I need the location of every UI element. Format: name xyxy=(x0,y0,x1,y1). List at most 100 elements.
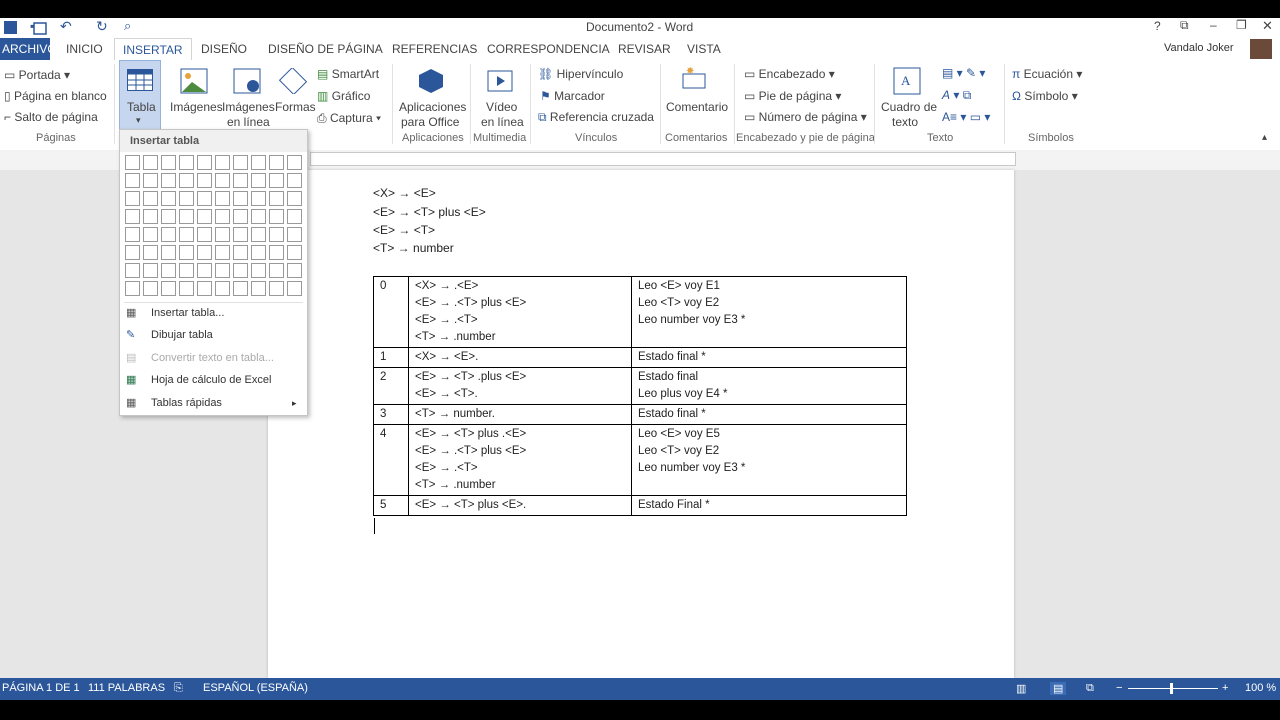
encabezado-button[interactable]: ▭ Encabezado ▾ xyxy=(744,67,835,81)
grid-cell[interactable] xyxy=(287,227,302,242)
grid-cell[interactable] xyxy=(179,245,194,260)
grid-cell[interactable] xyxy=(143,191,158,206)
tab-referencias[interactable]: REFERENCIAS xyxy=(392,42,477,56)
grid-cell[interactable] xyxy=(161,245,176,260)
tab-archivo[interactable]: ARCHIVO xyxy=(0,38,57,60)
grid-cell[interactable] xyxy=(125,173,140,188)
grid-cell[interactable] xyxy=(215,209,230,224)
grid-cell[interactable] xyxy=(251,281,266,296)
grid-cell[interactable] xyxy=(179,191,194,206)
formas-button[interactable]: Formas xyxy=(275,100,316,114)
grid-cell[interactable] xyxy=(197,155,212,170)
grafico-button[interactable]: ▥ Gráfico xyxy=(317,89,370,103)
menu-item-dibujar-tabla[interactable]: ✎ Dibujar tabla xyxy=(120,324,307,346)
imagenes-linea-button[interactable]: Imágenes xyxy=(222,100,275,114)
grid-cell[interactable] xyxy=(197,173,212,188)
aplicaciones-button[interactable]: Aplicaciones xyxy=(399,100,466,114)
grid-cell[interactable] xyxy=(143,281,158,296)
zoom-out-icon[interactable]: − xyxy=(1116,682,1122,694)
drop-cap-icon[interactable]: A≡ ▾ ▭ ▾ xyxy=(942,110,990,124)
grid-cell[interactable] xyxy=(269,155,284,170)
print-preview-icon[interactable]: ⌕ xyxy=(124,18,131,34)
grid-cell[interactable] xyxy=(251,155,266,170)
grid-cell[interactable] xyxy=(161,173,176,188)
tab-diseno-pagina[interactable]: DISEÑO DE PÁGINA xyxy=(268,42,383,56)
marcador-button[interactable]: ⚑ Marcador xyxy=(540,89,605,103)
grid-cell[interactable] xyxy=(161,263,176,278)
grid-cell[interactable] xyxy=(143,245,158,260)
restore-icon[interactable]: ❐ xyxy=(1236,18,1247,32)
grid-cell[interactable] xyxy=(161,227,176,242)
grid-cell[interactable] xyxy=(179,263,194,278)
grid-cell[interactable] xyxy=(143,209,158,224)
cuadro-texto-button[interactable]: Cuadro de xyxy=(881,100,937,114)
grid-cell[interactable] xyxy=(197,209,212,224)
page-count[interactable]: PÁGINA 1 DE 1 xyxy=(2,682,80,694)
grid-cell[interactable] xyxy=(233,263,248,278)
redo-icon[interactable]: ↻ xyxy=(96,18,108,35)
wordart-icon[interactable]: A ▾ ⧉ xyxy=(942,88,971,103)
grid-cell[interactable] xyxy=(233,191,248,206)
simbolo-button[interactable]: Ω Símbolo ▾ xyxy=(1012,89,1078,103)
document-page[interactable]: <X> → <E> <E> → <T> plus <E> <E> → <T> <… xyxy=(268,170,1014,678)
grid-cell[interactable] xyxy=(197,263,212,278)
imagenes-button[interactable]: Imágenes xyxy=(170,100,223,114)
grid-cell[interactable] xyxy=(269,245,284,260)
video-button[interactable]: Vídeo xyxy=(486,100,517,114)
grid-cell[interactable] xyxy=(251,209,266,224)
zoom-slider[interactable] xyxy=(1128,688,1218,689)
word-count[interactable]: 111 PALABRAS xyxy=(88,682,165,694)
grid-cell[interactable] xyxy=(179,155,194,170)
grid-cell[interactable] xyxy=(269,191,284,206)
grid-cell[interactable] xyxy=(143,155,158,170)
grid-cell[interactable] xyxy=(251,227,266,242)
ecuacion-button[interactable]: π Ecuación ▾ xyxy=(1012,67,1082,81)
grid-cell[interactable] xyxy=(215,155,230,170)
grid-cell[interactable] xyxy=(125,209,140,224)
grid-cell[interactable] xyxy=(269,227,284,242)
grid-cell[interactable] xyxy=(125,245,140,260)
grid-cell[interactable] xyxy=(233,245,248,260)
tabla-button[interactable]: Tabla ▾ xyxy=(119,60,161,132)
grid-cell[interactable] xyxy=(287,191,302,206)
tab-correspondencia[interactable]: CORRESPONDENCIA xyxy=(487,42,610,56)
help-icon[interactable]: ? xyxy=(1154,19,1161,33)
portada-button[interactable]: ▭ Portada ▾ xyxy=(4,68,70,82)
grid-cell[interactable] xyxy=(161,209,176,224)
print-layout-icon[interactable]: ▤ xyxy=(1050,682,1067,695)
numero-pagina-button[interactable]: ▭ Número de página ▾ xyxy=(744,110,867,124)
collapse-ribbon-icon[interactable]: ▴ xyxy=(1262,132,1267,143)
grid-cell[interactable] xyxy=(233,209,248,224)
undo-icon[interactable]: ↶ xyxy=(60,18,72,35)
grid-cell[interactable] xyxy=(197,281,212,296)
grid-cell[interactable] xyxy=(287,155,302,170)
grid-cell[interactable] xyxy=(269,281,284,296)
grid-cell[interactable] xyxy=(215,227,230,242)
grid-cell[interactable] xyxy=(215,191,230,206)
grid-cell[interactable] xyxy=(125,263,140,278)
pie-pagina-button[interactable]: ▭ Pie de página ▾ xyxy=(744,89,841,103)
grid-cell[interactable] xyxy=(179,227,194,242)
web-layout-icon[interactable]: ⧉ xyxy=(1086,682,1094,695)
captura-button[interactable]: ⎙ Captura ▾ xyxy=(317,111,381,126)
grid-cell[interactable] xyxy=(197,227,212,242)
grid-cell[interactable] xyxy=(251,191,266,206)
menu-item-hoja-excel[interactable]: ▦ Hoja de cálculo de Excel xyxy=(120,369,307,391)
read-mode-icon[interactable]: ▥ xyxy=(1016,682,1026,695)
zoom-in-icon[interactable]: + xyxy=(1222,682,1228,694)
tab-vista[interactable]: VISTA xyxy=(687,42,721,56)
quick-parts-icon[interactable]: ▤ ▾ ✎ ▾ xyxy=(942,66,985,80)
tab-revisar[interactable]: REVISAR xyxy=(618,42,671,56)
smartart-button[interactable]: ▤ SmartArt xyxy=(317,67,379,81)
grid-cell[interactable] xyxy=(269,263,284,278)
grid-cell[interactable] xyxy=(215,245,230,260)
grid-cell[interactable] xyxy=(197,245,212,260)
ribbon-options-icon[interactable]: ⧉ xyxy=(1180,18,1189,33)
grid-cell[interactable] xyxy=(125,227,140,242)
grid-cell[interactable] xyxy=(251,245,266,260)
menu-item-insertar-tabla[interactable]: ▦ Insertar tabla... xyxy=(120,302,307,324)
comentario-button[interactable]: Comentario xyxy=(666,100,728,114)
grid-cell[interactable] xyxy=(287,173,302,188)
grid-cell[interactable] xyxy=(161,191,176,206)
grid-cell[interactable] xyxy=(269,209,284,224)
